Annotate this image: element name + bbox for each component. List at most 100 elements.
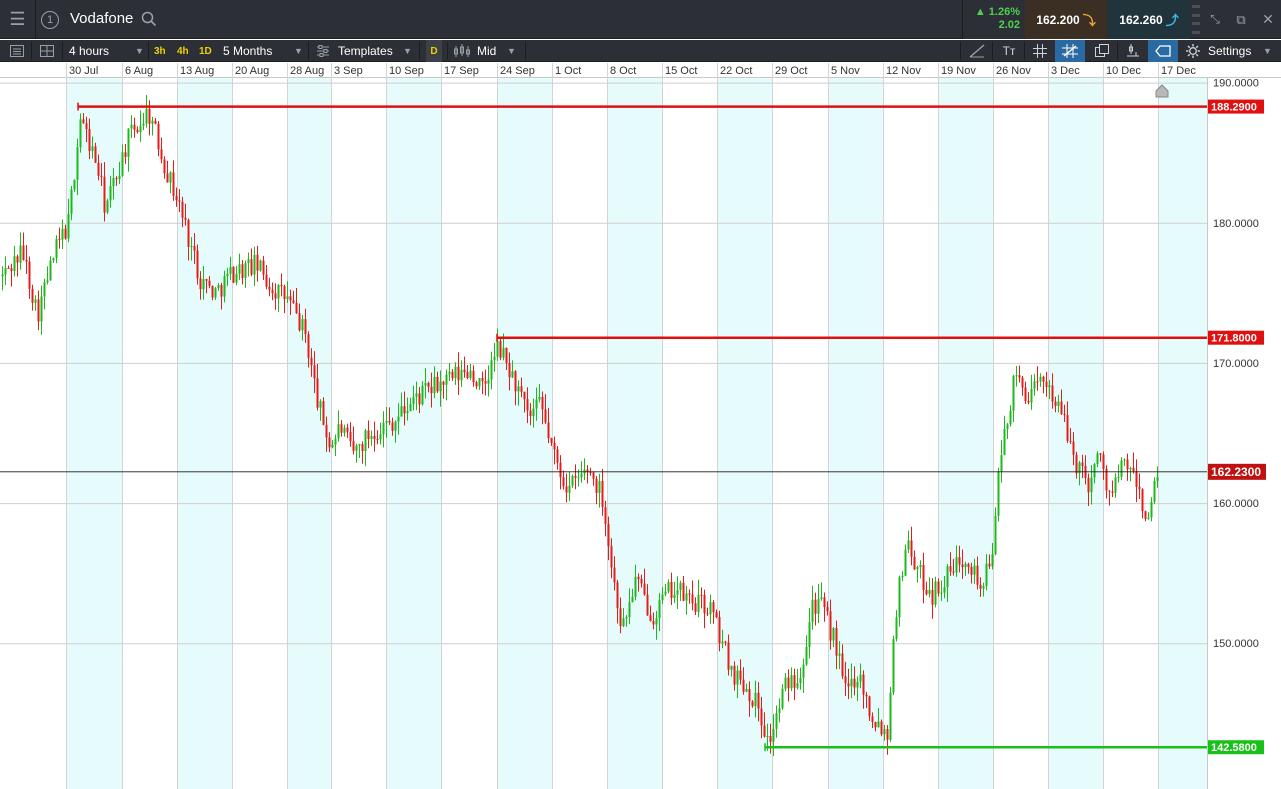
candle-body [94,146,97,163]
close-icon[interactable]: ✕ [1256,0,1280,39]
sell-price-button[interactable]: 162.200 ⤵ [1025,0,1107,39]
x-tick-label: 8 Oct [610,65,636,77]
grid-icon[interactable] [1028,40,1052,62]
candle-body [865,694,868,697]
candle [247,252,250,277]
candle-body [580,473,583,478]
candle-body [565,486,568,493]
chart-canvas[interactable]: 30 Jul 6 Aug 13 Aug 20 Aug 28 Aug 3 Sep 10 Sep… [0,63,1281,789]
interval-select[interactable]: 4 hours [69,40,109,62]
settings-button[interactable]: Settings [1208,40,1251,62]
text-tool-icon[interactable]: Tт [996,40,1022,62]
candle [913,550,916,571]
candle-body [1015,375,1018,377]
candle-body [295,302,298,314]
candle [928,577,931,598]
candle-body [889,692,892,740]
price-type-chevron-down-icon[interactable]: ▼ [507,40,516,62]
templates-button[interactable]: Templates [338,40,393,62]
candle-body [382,422,385,435]
templates-chevron-down-icon[interactable]: ▼ [403,40,412,62]
interval-chevron-down-icon[interactable]: ▼ [135,40,144,62]
candle [676,576,679,609]
candle-body [391,422,394,431]
candle-body [88,129,91,151]
search-icon[interactable] [141,11,157,32]
candle [139,110,142,142]
candle [559,455,562,490]
candle [106,198,109,214]
candle-body [919,564,922,568]
candle-body [655,618,658,625]
candle [895,610,898,642]
candle [280,273,283,297]
candle [1021,376,1024,396]
quick-interval-1d[interactable]: 1D [199,40,212,62]
popout-icon[interactable]: ⧉ [1230,0,1252,39]
layout-icon[interactable] [36,40,58,62]
candle-body [418,393,421,405]
candle [268,277,271,297]
candle-body [298,313,301,331]
period-chevron-down-icon[interactable]: ▼ [294,40,303,62]
candle-body [67,213,70,239]
candle [1033,373,1036,396]
candle [1036,366,1039,391]
menu-icon[interactable]: ☰ [0,0,36,39]
d-button[interactable]: D [426,40,442,62]
candle [1120,457,1123,481]
candle-body [394,421,397,431]
candle-body [1075,454,1078,474]
candle-body [535,399,538,409]
info-number-button[interactable]: 1 [37,0,63,39]
candle-body [646,594,649,616]
candle-body [1021,377,1024,388]
info-number: 1 [41,10,59,29]
candle-body [982,586,985,589]
price-chart[interactable]: 30 Jul 6 Aug 13 Aug 20 Aug 28 Aug 3 Sep 10 Sep… [0,63,1281,789]
instrument-title[interactable]: Vodafone [70,10,133,27]
candle [457,352,460,395]
candle [811,585,814,630]
candle-body [112,178,115,187]
candle [817,584,820,624]
candle-body [448,371,451,375]
candle-type-icon[interactable] [453,40,471,62]
quick-interval-4h[interactable]: 4h [177,40,189,62]
candle [283,284,286,314]
templates-icon[interactable] [316,40,330,62]
price-type-select[interactable]: Mid [477,40,496,62]
settings-gear-icon[interactable] [1184,40,1202,62]
candle-body [325,424,328,438]
market-depth-icon[interactable] [1190,0,1202,39]
candle-body [277,284,280,299]
crosshair-grid-icon[interactable] [1055,40,1085,62]
buy-price-button[interactable]: 162.260 ⤴ [1108,0,1190,39]
copy-icon[interactable] [1090,40,1114,62]
label-tag-icon[interactable] [1148,40,1178,62]
candle-body [475,382,478,387]
candle-body [967,563,970,568]
period-select[interactable]: 5 Months [223,40,272,62]
candle-body [346,427,349,432]
candle-body [1108,490,1111,492]
list-icon[interactable] [6,40,28,62]
candle-body [1141,489,1144,512]
draw-line-icon[interactable] [964,40,990,62]
minimize-icon[interactable]: ⤡ [1204,0,1226,39]
candle [10,263,13,287]
candle-body [631,596,634,603]
candle [808,607,811,659]
candle-body [28,261,31,289]
y-tick-label: 190.0000 [1213,78,1259,90]
settings-chevron-down-icon[interactable]: ▼ [1263,40,1272,62]
candle [1153,477,1156,505]
candle [352,426,355,455]
candle-body [70,189,73,214]
candle-body [172,172,175,196]
candle [52,257,55,263]
candle-body [730,665,733,670]
quick-interval-3h[interactable]: 3h [154,40,166,62]
indicator-icon[interactable] [1121,40,1145,62]
candle-body [241,264,244,279]
